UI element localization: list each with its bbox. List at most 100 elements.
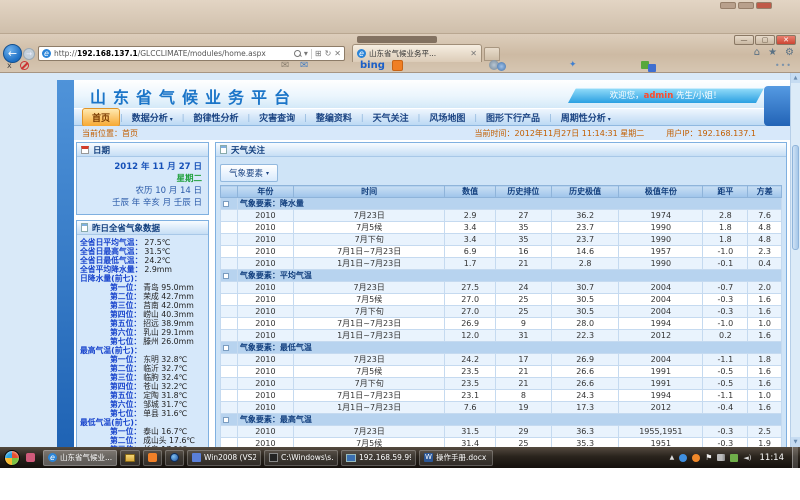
stat-value: 滕州 26.0mm [143,337,194,346]
stat-value: 青岛 95.0mm [143,283,194,292]
menu-item-6[interactable]: 风场地图 [420,109,474,126]
scrollbar-thumb[interactable] [792,145,799,250]
table-cell: 1.6 [748,366,782,378]
toolbar-icon-2[interactable] [497,62,506,71]
table-cell: -1.1 [703,354,748,366]
sidebar-rank-row: 第二位：荣成 42.7mm [80,292,205,301]
toolbar-close-label[interactable]: x [7,61,12,70]
new-tab-button[interactable] [484,47,500,61]
page-scrollbar[interactable]: ▲ ▼ [790,73,800,447]
taskbar-button-ie[interactable]: e山东省气候业... [43,450,117,466]
send-mail-icon[interactable]: ✉ [300,60,308,71]
blocked-icon[interactable] [20,61,29,70]
group-checkbox[interactable] [223,417,229,423]
group-checkbox[interactable] [223,201,229,207]
toolbar-icon-3[interactable]: ✦ [569,60,577,70]
table-row: 20107月5候23.52126.61991-0.51.6 [221,366,782,378]
maximize-icon[interactable] [738,2,754,9]
menu-item-0[interactable]: 首页 [82,108,120,127]
menu-item-8[interactable]: 周期性分析▾ [552,109,620,126]
calendar-icon [81,146,89,154]
group-checkbox[interactable] [223,273,229,279]
scroll-up-arrow[interactable]: ▲ [791,73,800,83]
mail-icon[interactable]: ✉ [281,60,289,71]
table-cell: 2010 [237,294,293,306]
table-cell: 1.6 [748,378,782,390]
security-tray-icon[interactable] [692,454,700,462]
home-icon[interactable]: ⌂ [754,47,760,58]
taskbar-button-app-orange[interactable] [143,450,162,466]
menu-item-4[interactable]: 整编资料 [307,109,361,126]
table-cell: 0.4 [748,258,782,270]
volume-icon[interactable]: ◄) [743,454,751,462]
show-hidden-icons-caret[interactable]: ▲ [670,454,675,461]
group-checkbox[interactable] [223,345,229,351]
chevron-down-icon: ▾ [608,116,611,123]
action-center-flag-icon[interactable]: ⚑ [705,454,712,462]
taskbar-button-folder[interactable] [120,450,140,466]
browser-command-bar: x ✉ ✉ bing ✦ ••• [0,63,800,73]
toolbar-icon-5[interactable] [648,64,656,72]
row-checkbox-cell [221,258,238,270]
table-cell: 2010 [237,438,293,448]
scroll-down-arrow[interactable]: ▼ [791,437,800,447]
tab-close-icon[interactable]: ✕ [470,49,477,58]
date-panel-body: 2012 年 11 月 27 日 星期二 农历 10 月 14 日 壬辰 年 辛… [77,157,208,214]
table-cell: -0.5 [703,378,748,390]
pinned-app-icon[interactable] [26,453,35,462]
stop-icon[interactable]: ✕ [334,49,341,58]
taskbar-button-media[interactable] [165,450,184,466]
table-row: 20101月1日~7月23日12.03122.320120.21.6 [221,330,782,342]
table-cell: 1.8 [703,234,748,246]
menu-item-5[interactable]: 天气关注 [364,109,418,126]
bing-badge-icon[interactable] [392,60,403,71]
table-cell: -0.7 [703,282,748,294]
search-dropdown-caret[interactable]: ▾ [304,49,308,58]
table-cell: -0.3 [703,306,748,318]
menu-item-1[interactable]: 数据分析▾ [123,109,182,126]
close-icon[interactable] [756,2,772,9]
minimize-icon[interactable] [720,2,736,9]
stat-label: 第七位： [110,409,141,418]
taskbar-clock[interactable]: 11:14 [760,453,785,463]
bing-logo[interactable]: bing [360,60,385,71]
menu-item-7[interactable]: 图形下行产品 [477,109,549,126]
table-cell: 35 [495,234,551,246]
favorites-star-icon[interactable]: ★ [768,47,777,58]
network-tray-icon[interactable] [717,454,725,461]
forward-button[interactable]: → [23,48,35,60]
address-bar[interactable]: e http://192.168.137.1/GLCCLIMATE/module… [38,46,345,61]
menu-item-3[interactable]: 灾害查询 [250,109,304,126]
back-button[interactable]: ← [3,44,22,63]
taskbar-button-cmd[interactable]: C:\Windows\s... [264,450,338,466]
content-columns: 日期 2012 年 11 月 27 日 星期二 农历 10 月 14 日 壬辰 … [74,140,790,447]
taskbar-button-rdp[interactable]: 192.168.59.99... [341,450,416,466]
table-cell: 1991 [619,366,703,378]
table-cell: 2010 [237,366,293,378]
menu-item-2[interactable]: 韵律性分析 [184,109,247,126]
table-cell: 26.9 [445,318,495,330]
taskbar-button-vs[interactable]: Win2008 (VS2... [187,450,261,466]
taskbar-button-word[interactable]: W操作手册.docx ... [419,450,493,466]
stat-label: 第五位： [110,319,141,328]
refresh-icon[interactable]: ↻ [325,49,332,58]
table-cell: 1957 [619,246,703,258]
search-icon[interactable] [294,50,301,57]
table-cell: 0.2 [703,330,748,342]
start-button[interactable] [4,450,20,466]
show-desktop-button[interactable] [792,447,798,468]
column-header: 历史排位 [495,186,551,198]
url-text[interactable]: http://192.168.137.1/GLCCLIMATE/modules/… [54,49,291,58]
table-cell: 23.7 [551,234,618,246]
settings-gear-icon[interactable]: ⚙ [785,47,794,58]
row-checkbox-cell [221,390,238,402]
column-header: 时间 [293,186,444,198]
compatibility-icon[interactable]: ⊞ [315,49,322,58]
group-header-row: 气象要素：平均气温 [221,270,782,282]
messenger-tray-icon[interactable] [679,454,687,462]
table-row: 20107月23日2.92736.219742.87.6 [221,210,782,222]
more-options-dots[interactable]: ••• [775,61,792,70]
element-filter-button[interactable]: 气象要素 ▾ [220,164,278,182]
update-tray-icon[interactable] [730,454,738,462]
stat-value: 乳山 29.1mm [143,328,194,337]
